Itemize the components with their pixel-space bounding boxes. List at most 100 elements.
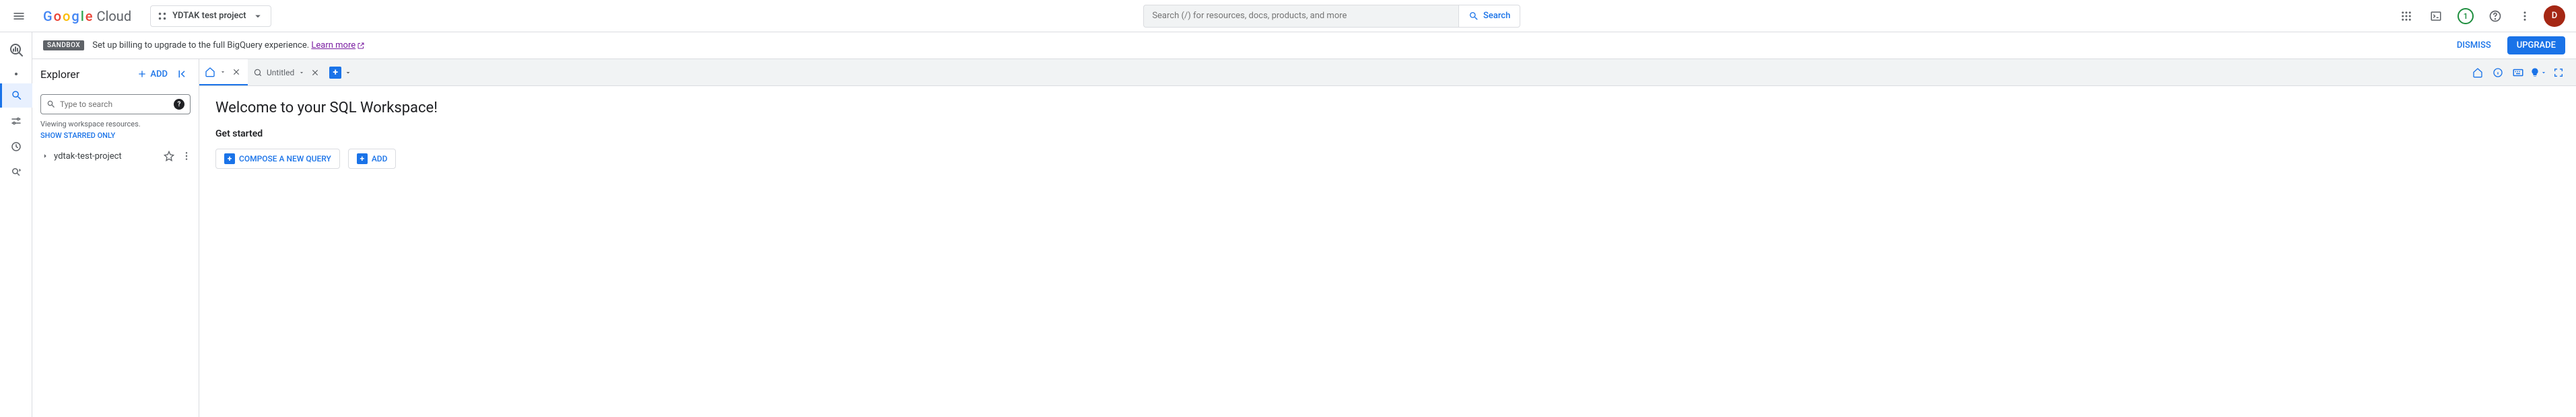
left-icon-rail xyxy=(0,32,32,417)
tab-close-button[interactable] xyxy=(230,66,242,78)
rail-analytics-hub[interactable] xyxy=(0,160,30,184)
lightbulb-icon xyxy=(2530,67,2540,78)
collapse-panel-button[interactable] xyxy=(173,65,191,83)
free-trial-status[interactable]: 1 xyxy=(2452,3,2479,30)
body-layout: SANDBOX Set up billing to upgrade to the… xyxy=(0,32,2576,417)
plus-box-icon: + xyxy=(329,67,341,79)
rail-scheduled-queries[interactable] xyxy=(0,135,30,159)
sandbox-banner: SANDBOX Set up billing to upgrade to the… xyxy=(32,32,2576,59)
search-icon xyxy=(11,89,23,102)
home-icon xyxy=(205,67,215,77)
plus-icon xyxy=(137,69,147,79)
banner-text: Set up billing to upgrade to the full Bi… xyxy=(92,40,365,50)
keyboard-icon xyxy=(2512,67,2524,79)
explorer-panel: Explorer ADD ? Viewing xyxy=(32,59,199,417)
tab-close-button[interactable] xyxy=(309,67,321,79)
search-help-icon[interactable]: ? xyxy=(174,99,184,110)
header-utilities: 1 D xyxy=(2393,3,2571,30)
global-search-input[interactable] xyxy=(1143,5,1458,28)
search-button[interactable]: Search xyxy=(1458,5,1520,28)
plus-box-icon: + xyxy=(357,153,368,164)
close-icon xyxy=(310,68,320,77)
rail-sql-workspace[interactable] xyxy=(0,83,32,108)
explorer-header: Explorer ADD xyxy=(32,59,199,89)
nav-menu-button[interactable] xyxy=(5,3,32,30)
rail-bigquery-home[interactable] xyxy=(0,35,30,65)
sandbox-chip: SANDBOX xyxy=(43,40,84,50)
upgrade-button[interactable]: UPGRADE xyxy=(2507,36,2565,54)
search-button-label: Search xyxy=(1483,11,1510,21)
tab-label: Untitled xyxy=(267,68,294,77)
tab-untitled[interactable]: Untitled xyxy=(248,59,327,85)
star-button[interactable] xyxy=(162,149,176,163)
more-options-button[interactable] xyxy=(2511,3,2538,30)
explorer-search-input[interactable] xyxy=(60,100,170,109)
close-icon xyxy=(232,67,241,77)
compose-query-button[interactable]: + COMPOSE A NEW QUERY xyxy=(215,149,340,169)
search-container: Search xyxy=(277,5,2387,28)
get-started-heading: Get started xyxy=(215,128,2560,139)
welcome-heading: Welcome to your SQL Workspace! xyxy=(215,100,2560,116)
apps-button[interactable] xyxy=(2393,3,2420,30)
tab-home[interactable] xyxy=(199,59,248,85)
chevron-down-icon xyxy=(344,69,352,77)
apps-grid-icon xyxy=(2400,10,2412,22)
learn-more-link[interactable]: Learn more xyxy=(311,40,365,50)
dot-icon xyxy=(15,73,18,75)
external-link-icon xyxy=(357,42,365,50)
google-cloud-logo[interactable]: Google Cloud xyxy=(38,8,137,24)
dismiss-button[interactable]: DISMISS xyxy=(2449,36,2499,54)
query-icon xyxy=(253,68,263,77)
search-icon xyxy=(46,100,56,109)
project-node-label: ydtak-test-project xyxy=(54,151,158,161)
project-name: YDTAK test project xyxy=(172,11,246,21)
home-icon xyxy=(2472,67,2483,78)
project-selector[interactable]: YDTAK test project xyxy=(150,5,271,27)
fullscreen-icon xyxy=(2553,67,2564,78)
cloud-shell-button[interactable] xyxy=(2422,3,2449,30)
hamburger-icon xyxy=(12,9,26,23)
terminal-icon xyxy=(2430,10,2442,22)
ws-keyboard-button[interactable] xyxy=(2509,63,2528,82)
show-starred-only-link[interactable]: SHOW STARRED ONLY xyxy=(32,130,199,145)
tag-search-icon xyxy=(10,166,22,178)
help-button[interactable] xyxy=(2482,3,2509,30)
main-area: SANDBOX Set up billing to upgrade to the… xyxy=(32,32,2576,417)
search-icon xyxy=(1468,11,1479,22)
explorer-title: Explorer xyxy=(40,68,131,81)
add-resource-button[interactable]: + ADD xyxy=(348,149,397,169)
new-tab-button[interactable]: + xyxy=(327,59,355,85)
ws-features-button[interactable] xyxy=(2529,63,2548,82)
cloud-label: Cloud xyxy=(97,8,132,24)
chevron-down-icon xyxy=(2540,69,2547,76)
explorer-search-row: ? xyxy=(32,89,199,117)
info-icon xyxy=(2493,67,2503,78)
explorer-add-button[interactable]: ADD xyxy=(137,69,168,79)
ws-fullscreen-button[interactable] xyxy=(2549,63,2568,82)
ws-info-button[interactable] xyxy=(2488,63,2507,82)
account-avatar[interactable]: D xyxy=(2544,5,2565,27)
node-more-button[interactable] xyxy=(180,149,193,163)
plus-box-icon: + xyxy=(224,153,235,164)
rail-dot-item[interactable] xyxy=(0,66,30,82)
more-vert-icon xyxy=(181,151,192,161)
search-box: Search xyxy=(1143,5,1520,28)
help-icon xyxy=(2488,9,2502,23)
explorer-search[interactable]: ? xyxy=(40,94,191,114)
content-row: Explorer ADD ? Viewing xyxy=(32,59,2576,417)
editor-tabs-row: Untitled + xyxy=(199,59,2576,86)
rail-migration[interactable] xyxy=(0,109,30,133)
chevron-down-icon xyxy=(298,69,305,76)
expand-arrow-icon xyxy=(40,151,50,161)
tabs-right-actions xyxy=(2468,59,2571,85)
free-trial-badge: 1 xyxy=(2458,8,2474,24)
collapse-left-icon xyxy=(176,68,188,80)
explorer-viewing-text: Viewing workspace resources. xyxy=(32,117,199,130)
project-tree-node[interactable]: ydtak-test-project xyxy=(32,145,199,167)
sliders-icon xyxy=(10,115,22,127)
ws-home-button[interactable] xyxy=(2468,63,2487,82)
clock-icon xyxy=(10,141,22,153)
bigquery-icon xyxy=(8,42,24,58)
welcome-actions: + COMPOSE A NEW QUERY + ADD xyxy=(215,149,2560,169)
welcome-screen: Welcome to your SQL Workspace! Get start… xyxy=(199,86,2576,182)
